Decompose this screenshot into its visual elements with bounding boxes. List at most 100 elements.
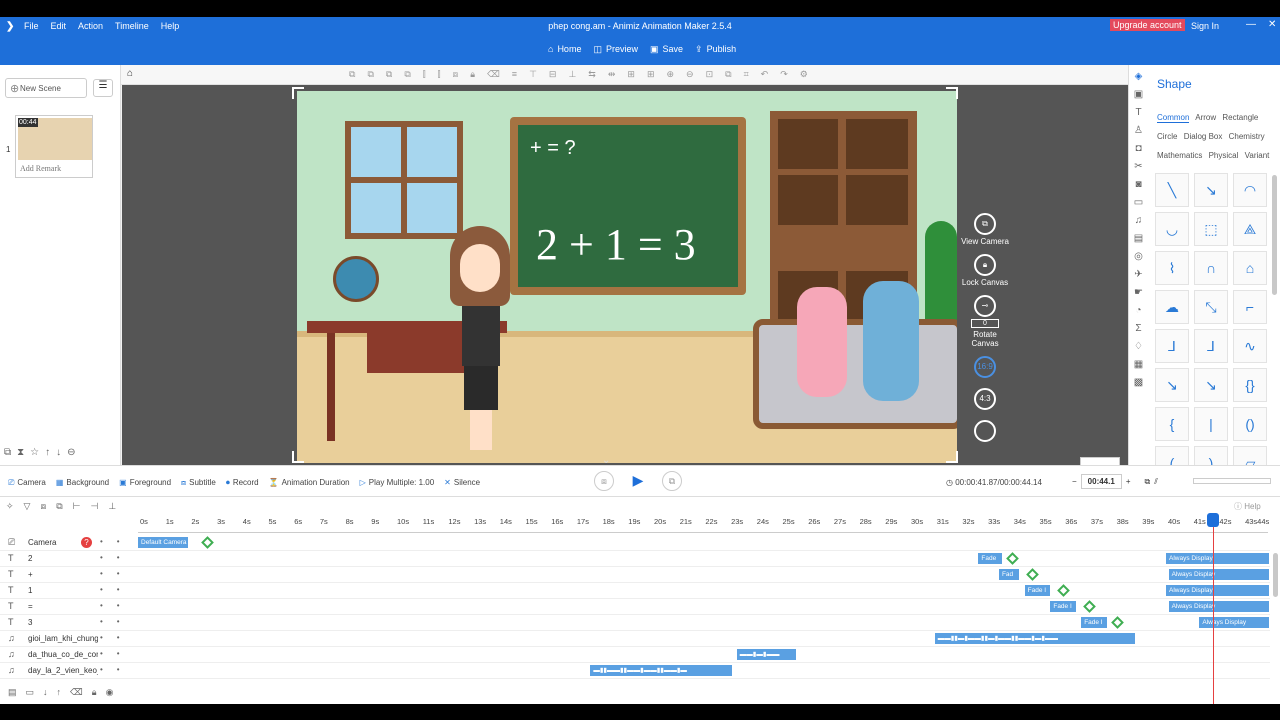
align-left-icon[interactable]: ⫿ <box>423 69 426 80</box>
equation-text[interactable]: 2 + 1 = 3 <box>536 219 696 270</box>
space-icon[interactable]: ⇹ <box>608 69 616 80</box>
video-icon[interactable]: ▤ <box>1134 233 1143 244</box>
shape-item-icon[interactable]: | <box>1194 407 1228 441</box>
keyframe-icon[interactable] <box>1111 616 1125 629</box>
duration-input[interactable]: 00:44.1 <box>1080 474 1122 489</box>
paste-icon[interactable]: ⧉ <box>367 69 373 80</box>
shape-item-icon[interactable]: ◡ <box>1155 212 1189 246</box>
mask-icon[interactable]: ⧉ <box>56 501 62 512</box>
fit-icon[interactable]: ⧉ <box>1144 477 1150 487</box>
close-icon[interactable]: ✕ <box>1268 19 1276 30</box>
role-icon[interactable]: ♙ <box>1134 125 1143 136</box>
chalkboard[interactable]: + = ? 2 + 1 = 3 <box>510 117 746 295</box>
delete-track-icon[interactable]: ⌫ <box>70 687 83 698</box>
lock-icon[interactable]: 🔒︎ <box>470 69 475 80</box>
timeline-clip[interactable]: Always Display <box>1168 601 1269 612</box>
timeline-clip[interactable]: Always Display <box>1166 585 1269 596</box>
shape-item-icon[interactable]: ⌐ <box>1233 290 1267 324</box>
track-toggles[interactable]: •• <box>100 617 134 626</box>
track-toggles[interactable]: •• <box>100 649 134 658</box>
track-toggles[interactable]: •• <box>100 665 134 674</box>
zoom-out-icon[interactable]: ⊖ <box>686 69 694 80</box>
shape-item-icon[interactable]: ∩ <box>1194 251 1228 285</box>
track-row[interactable]: ♫ da_thua_co_de_con •• ▬▬▮▬▮▬▬ <box>0 647 1270 663</box>
new-scene-button[interactable]: ⊕ New Scene <box>5 78 87 98</box>
view-camera-icon[interactable]: ⧉ <box>974 213 996 235</box>
timeline-clip[interactable]: ▬▮▮▬▬▮▮▬▬▮▬▬▮▮▬▬▮▬ <box>590 665 732 676</box>
sign-in-link[interactable]: Sign In <box>1191 21 1219 31</box>
timeline-clip[interactable]: ▬▬▮▮▬▮▬▬▮▮▬▮▬▬▮▮▬▬▮▬▮▬▬ <box>934 633 1136 644</box>
panel-scrollbar[interactable] <box>1272 175 1277 295</box>
copy-scene-icon[interactable]: ⧉ <box>4 447 11 465</box>
tab-variant[interactable]: Variant <box>1245 151 1270 160</box>
transition-tool-icon[interactable]: ⧈ <box>40 501 46 512</box>
flip-icon[interactable]: ⇆ <box>588 69 596 80</box>
background-tab[interactable]: ▦ Background <box>56 478 109 488</box>
track-row[interactable]: T 2 •• Fade Always Display <box>0 551 1270 567</box>
animation-duration-tab[interactable]: ⏳ Animation Duration <box>269 478 350 488</box>
record-tab[interactable]: ⏺ Record <box>226 478 259 488</box>
publish-button[interactable]: ⇪ Publish <box>695 44 736 55</box>
shape-item-icon[interactable]: {} <box>1233 368 1267 402</box>
track-toggles[interactable]: •• <box>100 633 134 642</box>
timeline-clip[interactable]: ▬▬▮▬▮▬▬ <box>736 649 796 660</box>
lock-canvas-icon[interactable]: 🔒︎ <box>974 254 996 276</box>
shape-item-icon[interactable]: ☁ <box>1155 290 1189 324</box>
track-row[interactable]: T + •• Fad Always Display <box>0 567 1270 583</box>
subtitle-tab[interactable]: ⧈ Subtitle <box>181 478 216 488</box>
align-middle-icon[interactable]: ⊟ <box>549 69 557 80</box>
silence-tab[interactable]: ✕ Silence <box>444 478 480 488</box>
zoom-in-icon[interactable]: ⊕ <box>666 69 674 80</box>
same-size-icon[interactable]: ⊞ <box>627 69 635 80</box>
grid-icon[interactable]: ⊞ <box>647 69 655 80</box>
visibility-icon[interactable]: ◉ <box>106 687 114 698</box>
remove-scene-icon[interactable]: ⊖ <box>67 447 75 465</box>
folder-icon[interactable]: ▭ <box>1134 197 1143 208</box>
tools-icon[interactable]: ✂ <box>1134 161 1142 172</box>
tab-mathematics[interactable]: Mathematics <box>1157 151 1202 160</box>
move-down-icon[interactable]: ↓ <box>56 447 61 465</box>
add-remark[interactable]: Add Remark <box>20 164 61 173</box>
home-button[interactable]: ⌂ Home <box>548 44 581 55</box>
timeline-clip[interactable]: Always Display <box>1168 569 1269 580</box>
playhead-handle[interactable] <box>1207 513 1219 527</box>
help-badge-icon[interactable]: ? <box>81 537 92 548</box>
align-tool-icon-3[interactable]: ⊥ <box>108 501 116 512</box>
shape-item-icon[interactable]: ⅃ <box>1194 329 1228 363</box>
svg-icon[interactable]: ◘ <box>1135 143 1141 154</box>
shape-item-icon[interactable]: ↘ <box>1194 173 1228 207</box>
shape-icon[interactable]: ◈ <box>1135 71 1143 82</box>
upgrade-account-button[interactable]: Upgrade account <box>1110 19 1185 31</box>
shape-item-icon[interactable]: ⌂ <box>1233 251 1267 285</box>
keyframe-icon[interactable] <box>1005 552 1019 565</box>
settings-icon[interactable]: ⚙ <box>800 69 808 80</box>
previous-frame-button[interactable]: ⧈ <box>594 471 614 491</box>
play-multiple-tab[interactable]: ▷ Play Multiple: 1.00 <box>360 478 435 488</box>
shape-item-icon[interactable]: ↘ <box>1155 368 1189 402</box>
move-up-track-icon[interactable]: ↑ <box>57 687 62 698</box>
canvas-home-icon[interactable]: ⌂ <box>127 68 133 79</box>
redo-icon[interactable]: ↷ <box>780 69 788 80</box>
keyframe-icon[interactable] <box>1083 600 1096 613</box>
tab-arrow[interactable]: Arrow <box>1195 113 1216 122</box>
tab-chemistry[interactable]: Chemistry <box>1229 132 1265 141</box>
plane-icon[interactable]: ✈ <box>1134 269 1142 280</box>
shape-item-icon[interactable]: ∿ <box>1233 329 1267 363</box>
track-row[interactable]: ♫ day_la_2_vien_keo_r •• ▬▮▮▬▬▮▮▬▬▮▬▬▮▮▬▬▮▬ <box>0 663 1270 679</box>
shape-item-icon[interactable]: ⅃ <box>1155 329 1189 363</box>
timeline-clip[interactable]: Default Camera <box>138 537 189 548</box>
scene-list-icon[interactable]: ☰ <box>93 79 113 97</box>
time-ruler[interactable]: 0s 1s 2s 3s 4s 5s 6s 7s 8s 9s 10s 11s 12s 13s 14s 15s 16… <box>138 515 1269 533</box>
shape-item-icon[interactable]: ⬚ <box>1194 212 1228 246</box>
track-toggles[interactable]: •• <box>100 553 134 562</box>
move-down-track-icon[interactable]: ↓ <box>43 687 48 698</box>
ratio-4-3-button[interactable]: 4:3 <box>974 388 996 410</box>
timeline-clip[interactable]: Fade I <box>1050 601 1077 612</box>
shape-item-icon[interactable]: { <box>1155 407 1189 441</box>
track-toggles[interactable]: •• <box>100 569 134 578</box>
shape-item-icon[interactable]: ⌇ <box>1155 251 1189 285</box>
chart-icon[interactable]: ◔ <box>1135 305 1141 316</box>
align-top-icon[interactable]: ⊤ <box>529 69 537 80</box>
rotate-dial-icon[interactable]: ⊸ <box>974 295 996 317</box>
filter-icon[interactable]: ▽ <box>24 501 31 512</box>
